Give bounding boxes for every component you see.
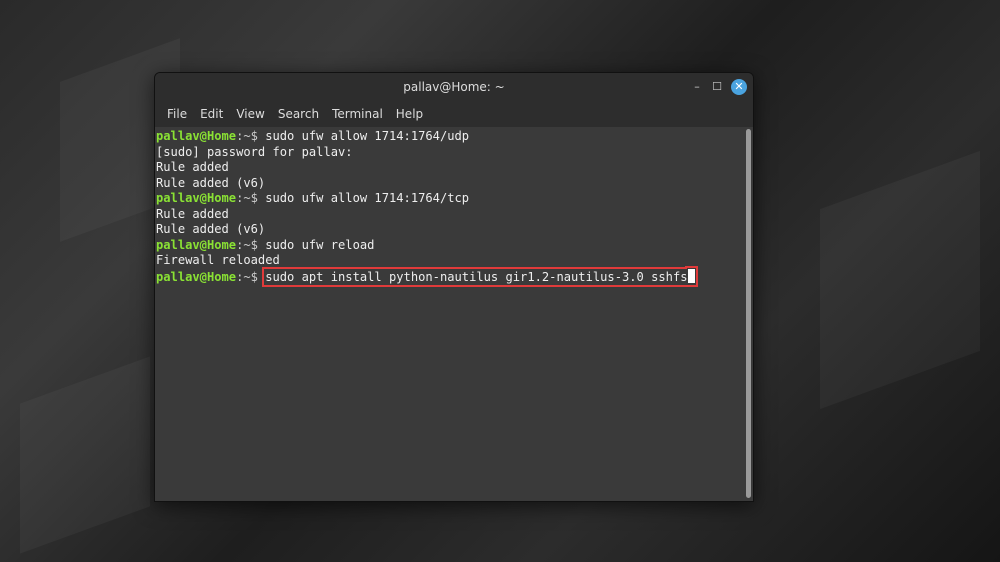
menu-search[interactable]: Search: [272, 107, 325, 121]
close-icon[interactable]: ✕: [731, 79, 747, 95]
menu-file[interactable]: File: [161, 107, 193, 121]
command-text: sudo ufw reload: [265, 237, 375, 252]
command-line: pallav@Home:~$ sudo ufw reload: [156, 238, 753, 254]
command-text: sudo ufw allow 1714:1764/udp: [265, 129, 470, 143]
scrollbar[interactable]: [746, 129, 751, 498]
prompt-suffix: :~$: [236, 191, 266, 205]
prompt-user: pallav@Home: [156, 191, 237, 205]
command-line: pallav@Home:~$ sudo ufw allow 1714:1764/…: [156, 191, 753, 207]
output-line: Rule added: [156, 207, 753, 223]
output-line: Rule added (v6): [156, 222, 753, 238]
prompt-suffix: :~$: [236, 129, 266, 143]
prompt-user: pallav@Home: [156, 269, 237, 284]
command-text: sudo apt install python-nautilus gir1.2-…: [265, 269, 688, 284]
text-cursor: [687, 268, 695, 283]
output-text: Rule added: [156, 160, 229, 174]
output-line: [sudo] password for pallav:: [156, 145, 753, 161]
prompt-user: pallav@Home: [156, 237, 237, 252]
menu-terminal[interactable]: Terminal: [326, 107, 389, 121]
prompt-suffix: :~$: [236, 269, 266, 284]
command-line: pallav@Home:~$ sudo ufw allow 1714:1764/…: [156, 129, 753, 145]
minimize-icon[interactable]: –: [689, 79, 705, 95]
prompt-user: pallav@Home: [156, 129, 237, 143]
command-text: sudo ufw allow 1714:1764/tcp: [265, 191, 470, 205]
prompt-suffix: :~$: [236, 237, 266, 252]
output-line: Firewall reloaded: [156, 253, 753, 269]
menu-edit[interactable]: Edit: [194, 107, 229, 121]
current-command-line: pallav@Home:~$ sudo apt install python-n…: [156, 266, 753, 287]
maximize-icon[interactable]: ☐: [709, 79, 725, 95]
wallpaper-block: [820, 150, 980, 410]
terminal-output[interactable]: pallav@Home:~$ sudo ufw allow 1714:1764/…: [155, 127, 753, 501]
output-text: Rule added (v6): [156, 222, 266, 236]
menu-view[interactable]: View: [230, 107, 270, 121]
menu-help[interactable]: Help: [390, 107, 429, 121]
wallpaper-block: [20, 356, 150, 554]
window-title: pallav@Home: ~: [403, 80, 505, 94]
output-text: [sudo] password for pallav:: [156, 144, 353, 159]
output-text: Rule added (v6): [156, 175, 266, 190]
highlighted-command: sudo apt install python-nautilus gir1.2-…: [262, 266, 698, 287]
output-line: Rule added (v6): [156, 176, 753, 192]
menu-bar: File Edit View Search Terminal Help: [155, 101, 753, 127]
output-text: Firewall reloaded: [156, 253, 280, 267]
output-text: Rule added: [156, 206, 229, 221]
output-line: Rule added: [156, 160, 753, 176]
terminal-window: pallav@Home: ~ – ☐ ✕ File Edit View Sear…: [154, 72, 754, 502]
title-bar[interactable]: pallav@Home: ~ – ☐ ✕: [155, 73, 753, 101]
